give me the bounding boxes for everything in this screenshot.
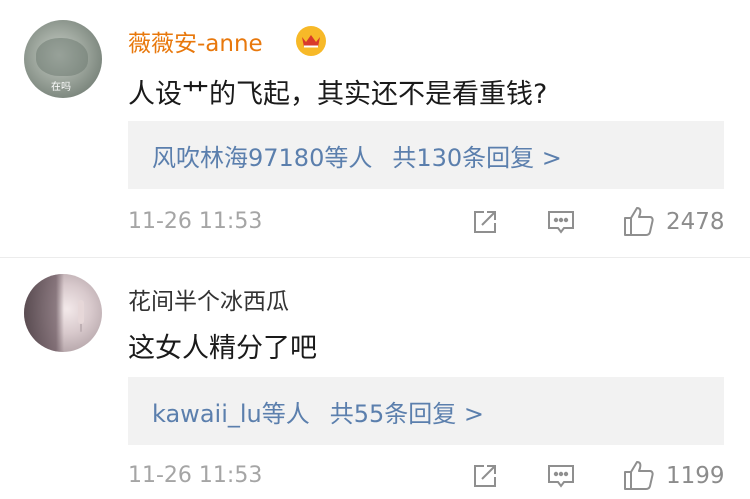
share-icon[interactable] bbox=[470, 461, 500, 491]
avatar[interactable] bbox=[24, 274, 102, 352]
avatar-image bbox=[24, 274, 64, 352]
username[interactable]: 花间半个冰西瓜 bbox=[128, 282, 289, 316]
divider bbox=[0, 257, 750, 258]
comment-icon[interactable] bbox=[546, 461, 576, 491]
replies-users: kawaii_lu等人 bbox=[152, 399, 310, 428]
like-icon[interactable] bbox=[622, 458, 654, 490]
like-count: 1199 bbox=[666, 463, 725, 489]
comment-item: 花间半个冰西瓜 这女人精分了吧 kawaii_lu等人 共55条回复 > 11-… bbox=[0, 0, 750, 490]
comment-text: 这女人精分了吧 bbox=[128, 333, 317, 364]
replies-link[interactable]: kawaii_lu等人 共55条回复 > bbox=[128, 377, 724, 445]
replies-count: 共55条回复 > bbox=[329, 399, 485, 428]
earring-icon bbox=[78, 300, 84, 324]
timestamp: 11-26 11:53 bbox=[128, 463, 263, 488]
